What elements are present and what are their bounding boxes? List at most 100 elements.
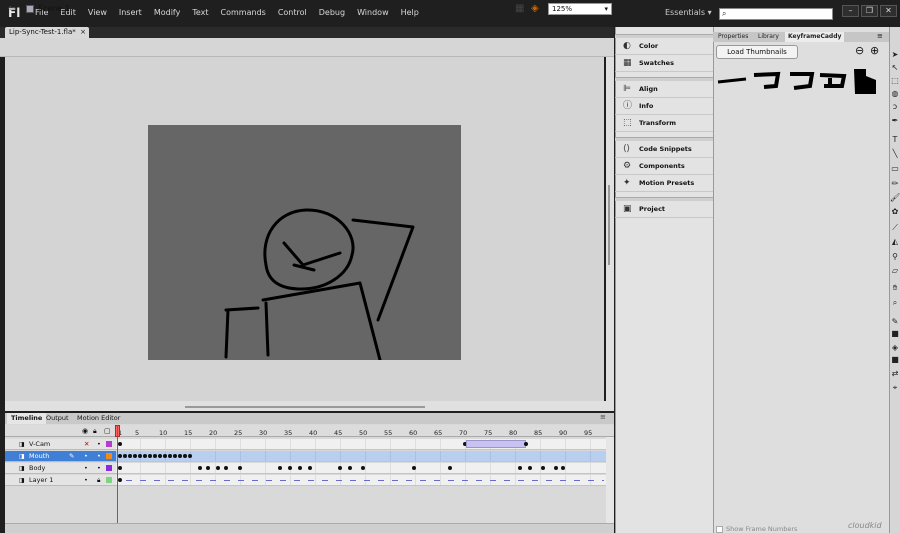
menu-commands[interactable]: Commands (221, 8, 266, 17)
keyframe[interactable] (178, 454, 182, 458)
keyframe[interactable] (308, 466, 312, 470)
stage-horizontal-scroll-thumb[interactable] (185, 406, 425, 408)
panel-motion-presets[interactable]: ✦ Motion Presets (615, 175, 713, 192)
show-frame-numbers-checkbox[interactable]: Show Frame Numbers (716, 525, 797, 533)
outline-icon[interactable]: ▢ (104, 427, 111, 435)
minimize-button[interactable]: – (842, 5, 859, 17)
tab-library[interactable]: Library (755, 32, 782, 42)
keyframe[interactable] (183, 454, 187, 458)
selection-tool-icon[interactable]: ➤ (890, 49, 900, 61)
tab-output[interactable]: Output (42, 413, 73, 424)
zoom-out-icon[interactable]: ⊖ (855, 44, 864, 57)
timeline-vertical-scrollbar[interactable] (606, 437, 614, 523)
subselection-tool-icon[interactable]: ↖ (890, 62, 900, 74)
keyframe[interactable] (173, 454, 177, 458)
keyframe[interactable] (224, 466, 228, 470)
keyframe[interactable] (118, 454, 122, 458)
layer-color-swatch[interactable] (106, 465, 112, 471)
pencil-tool-icon[interactable]: ✏ (890, 178, 900, 190)
restore-button[interactable]: ❐ (861, 5, 878, 17)
keyframe[interactable] (168, 454, 172, 458)
keyframe[interactable] (123, 454, 127, 458)
deco-tool-icon[interactable]: ✿ (890, 206, 900, 218)
keyframe[interactable] (528, 466, 532, 470)
keyframe[interactable] (158, 454, 162, 458)
keyframe[interactable] (153, 454, 157, 458)
menu-debug[interactable]: Debug (319, 8, 345, 17)
keyframe[interactable] (163, 454, 167, 458)
playhead[interactable] (117, 425, 118, 533)
layer-v-cam[interactable]: ◨ V-Cam ✕ • (5, 439, 116, 450)
load-thumbnails-button[interactable]: Load Thumbnails (716, 45, 798, 59)
keyframe[interactable] (138, 454, 142, 458)
panel-menu-icon[interactable]: ≡ (877, 32, 883, 40)
eraser-tool-icon[interactable]: ▱ (890, 265, 900, 277)
frames-row-layer-1[interactable] (116, 475, 606, 486)
keyframe[interactable] (118, 466, 122, 470)
keyframe[interactable] (188, 454, 192, 458)
motion-tween[interactable] (466, 440, 526, 448)
keyframe[interactable] (412, 466, 416, 470)
zoom-tool-icon[interactable]: ⌕ (890, 297, 900, 309)
menu-insert[interactable]: Insert (119, 8, 142, 17)
keyframe[interactable] (238, 466, 242, 470)
keyframe[interactable] (118, 442, 122, 446)
document-tab[interactable]: Lip-Sync-Test-1.fla* × (5, 27, 89, 38)
menu-help[interactable]: Help (401, 8, 419, 17)
panel-swatches[interactable]: ▦ Swatches (615, 55, 713, 72)
layer-color-swatch[interactable] (106, 441, 112, 447)
panel-transform[interactable]: ⬚ Transform (615, 115, 713, 132)
keyframe[interactable] (216, 466, 220, 470)
tab-motion-editor[interactable]: Motion Editor (73, 413, 124, 424)
menu-control[interactable]: Control (278, 8, 307, 17)
3d-rotation-tool-icon[interactable]: ◍ (890, 88, 900, 100)
dot-icon[interactable]: • (84, 475, 88, 486)
zoom-select[interactable]: 125% ▾ (548, 3, 612, 15)
lock-icon[interactable]: 🔒︎ (97, 475, 100, 486)
layer-mouth[interactable]: ◨ Mouth ✎ • • (5, 451, 116, 462)
text-tool-icon[interactable]: T (890, 134, 900, 146)
workspace-switcher[interactable]: Essentials ▾ (665, 8, 712, 17)
lock-icon[interactable]: 🔒︎ (93, 427, 97, 436)
brush-tool-icon[interactable]: 🖌︎ (890, 192, 900, 204)
layer-color-swatch[interactable] (106, 477, 112, 483)
stroke-swatch-icon[interactable]: ■ (890, 328, 900, 340)
tab-properties[interactable]: Properties (715, 32, 751, 42)
frames-row-v-cam[interactable] (116, 439, 606, 450)
tab-timeline[interactable]: Timeline (7, 413, 47, 424)
keyframe[interactable] (554, 466, 558, 470)
dot-icon[interactable]: • (97, 463, 101, 474)
keyframe[interactable] (524, 442, 528, 446)
layer-color-swatch[interactable] (106, 453, 112, 459)
back-arrow-icon[interactable]: ⇦ (8, 4, 16, 14)
fill-color-icon[interactable]: ◈ (890, 342, 900, 354)
edit-scene-icon[interactable]: ▦ (515, 3, 524, 14)
keyframe[interactable] (361, 466, 365, 470)
panel-project[interactable]: ▣ Project (615, 201, 713, 218)
keyframe[interactable] (206, 466, 210, 470)
line-tool-icon[interactable]: ╲ (890, 148, 900, 160)
swap-colors-icon[interactable]: ⇄ (890, 368, 900, 380)
dot-icon[interactable]: • (97, 439, 101, 450)
panel-info[interactable]: ⓘ Info (615, 98, 713, 115)
dot-icon[interactable]: • (97, 451, 101, 462)
menu-view[interactable]: View (88, 8, 107, 17)
stroke-color-icon[interactable]: ✎ (890, 316, 900, 328)
stage-vertical-scroll-thumb[interactable] (608, 185, 610, 265)
zoom-in-icon[interactable]: ⊕ (870, 44, 879, 57)
panel-menu-icon[interactable]: ≡ (600, 413, 606, 421)
dot-icon[interactable]: • (84, 463, 88, 474)
stage[interactable] (148, 125, 461, 360)
free-transform-tool-icon[interactable]: ⬚ (890, 75, 900, 87)
keyframe[interactable] (128, 454, 132, 458)
menu-text[interactable]: Text (192, 8, 208, 17)
bone-tool-icon[interactable]: ⟋ (890, 222, 900, 234)
close-tab-icon[interactable]: × (80, 27, 86, 38)
help-search-input[interactable] (720, 9, 832, 20)
fill-swatch-icon[interactable]: ■ (890, 354, 900, 366)
layer-body[interactable]: ◨ Body • • (5, 463, 116, 474)
checkbox-box[interactable] (716, 525, 723, 533)
panel-align[interactable]: ⊫ Align (615, 81, 713, 98)
keyframe[interactable] (561, 466, 565, 470)
keyframe[interactable] (288, 466, 292, 470)
